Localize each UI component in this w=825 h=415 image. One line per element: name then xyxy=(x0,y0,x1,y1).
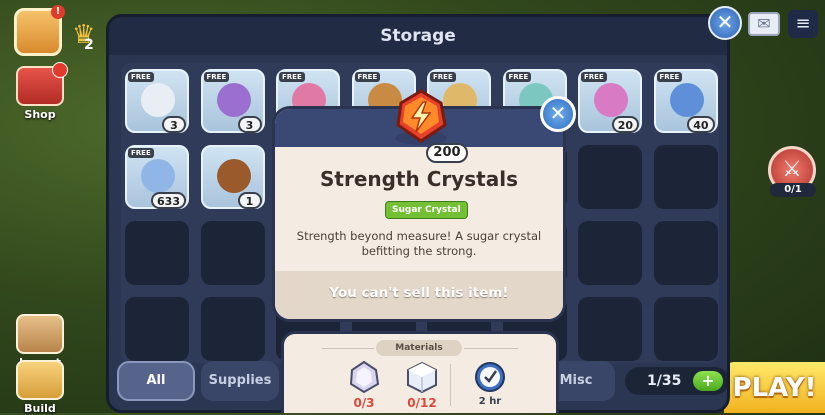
storage-slot-empty[interactable] xyxy=(125,297,189,361)
menu-icon[interactable]: ≡ xyxy=(788,10,818,38)
storage-slot-empty[interactable] xyxy=(653,145,718,209)
material-count: 0/3 xyxy=(353,396,375,410)
production-time: 2 hr xyxy=(468,360,512,407)
storage-slot-empty[interactable] xyxy=(200,221,265,285)
storage-slot-empty[interactable] xyxy=(578,221,642,285)
notification-badge: ! xyxy=(51,5,65,19)
storage-slot-sugar-flowers[interactable]: FREE 20 xyxy=(578,69,642,133)
item-quantity-badge: 633 xyxy=(151,192,186,209)
wood-log-icon xyxy=(216,159,251,193)
quest-progress: 0/1 xyxy=(770,183,816,197)
materials-panel: Materials 0/3 0/12 2 hr xyxy=(281,331,559,413)
free-tag: FREE xyxy=(505,72,532,82)
storage-capacity: 1/35 + xyxy=(625,367,727,395)
shop-label: Shop xyxy=(24,108,56,121)
storage-slot-wood-log[interactable]: 1 xyxy=(200,145,265,209)
material-count: 0/12 xyxy=(407,396,437,410)
storage-slot-crystal-jar[interactable]: FREE 633 xyxy=(125,145,189,209)
free-tag: FREE xyxy=(430,72,456,82)
storage-slot-candy-jar[interactable]: FREE 40 xyxy=(653,69,718,133)
mail-icon[interactable]: ✉ xyxy=(748,12,780,36)
free-tag: FREE xyxy=(203,72,230,82)
storage-title: Storage xyxy=(109,17,727,55)
layout-icon xyxy=(16,314,64,354)
material-crystal-shard[interactable]: 0/3 xyxy=(342,360,386,410)
tab-all[interactable]: All xyxy=(117,361,195,401)
item-quantity-badge: 3 xyxy=(162,116,186,133)
capacity-text: 1/35 xyxy=(647,373,682,389)
materials-title: Materials xyxy=(376,340,462,356)
free-tag: FREE xyxy=(656,72,683,82)
shop-button[interactable]: Shop xyxy=(12,62,68,121)
item-quantity: 200 xyxy=(426,143,468,163)
material-sugar-cube[interactable]: 0/12 xyxy=(400,360,444,410)
expand-storage-button[interactable]: + xyxy=(693,371,723,391)
candy-jar-icon xyxy=(669,83,704,117)
item-quantity-badge: 3 xyxy=(237,116,262,133)
close-storage-button[interactable]: ✕ xyxy=(708,6,742,40)
storage-slot-magic-book[interactable]: FREE 3 xyxy=(200,69,265,133)
play-button[interactable]: PLAY! xyxy=(724,362,825,413)
item-quantity-badge: 1 xyxy=(237,192,262,209)
item-category-badge: Sugar Crystal xyxy=(385,201,468,219)
crown-icon[interactable]: ♛ 2 xyxy=(72,20,104,53)
storage-slot-empty[interactable] xyxy=(200,297,265,361)
sugar-flowers-icon xyxy=(594,83,628,117)
build-button[interactable]: Build xyxy=(12,360,68,415)
storage-slot-empty[interactable] xyxy=(578,145,642,209)
free-tag: FREE xyxy=(128,72,154,82)
materials-title-line xyxy=(322,348,374,349)
close-popup-button[interactable]: ✕ xyxy=(540,96,576,132)
cookie-cutter-icon xyxy=(141,83,175,117)
item-description: Strength beyond measure! A sugar crystal… xyxy=(296,229,542,258)
storage-slot-empty[interactable] xyxy=(653,221,718,285)
storage-slot-empty[interactable] xyxy=(653,297,718,361)
strength-crystal-icon xyxy=(395,89,447,145)
free-tag: FREE xyxy=(581,72,607,82)
shop-notification-dot xyxy=(52,62,68,78)
item-quantity-badge: 20 xyxy=(611,116,639,133)
production-time-value: 2 hr xyxy=(478,396,502,407)
crystal-shard-icon xyxy=(349,360,380,394)
sell-status-text: You can't sell this item! xyxy=(275,271,563,319)
materials-divider xyxy=(450,364,451,406)
build-icon xyxy=(16,360,64,400)
free-tag: FREE xyxy=(354,72,381,82)
materials-title-line xyxy=(464,348,518,349)
free-tag: FREE xyxy=(128,148,154,158)
crystal-jar-icon xyxy=(141,159,175,193)
magic-book-icon xyxy=(216,83,251,117)
free-tag: FREE xyxy=(279,72,305,82)
clock-icon xyxy=(475,362,505,392)
item-quantity-badge: 40 xyxy=(687,116,715,133)
tab-supplies[interactable]: Supplies xyxy=(201,361,279,401)
build-label: Build xyxy=(24,402,56,415)
storage-slot-empty[interactable] xyxy=(125,221,189,285)
profile-avatar[interactable]: ! xyxy=(14,5,65,56)
shop-icon xyxy=(16,62,68,106)
storage-slot-cookie-cutter[interactable]: FREE 3 xyxy=(125,69,189,133)
profile-level: 2 xyxy=(84,37,94,53)
item-name: Strength Crystals xyxy=(319,167,518,191)
sugar-cube-icon xyxy=(407,361,437,394)
storage-slot-empty[interactable] xyxy=(578,297,642,361)
